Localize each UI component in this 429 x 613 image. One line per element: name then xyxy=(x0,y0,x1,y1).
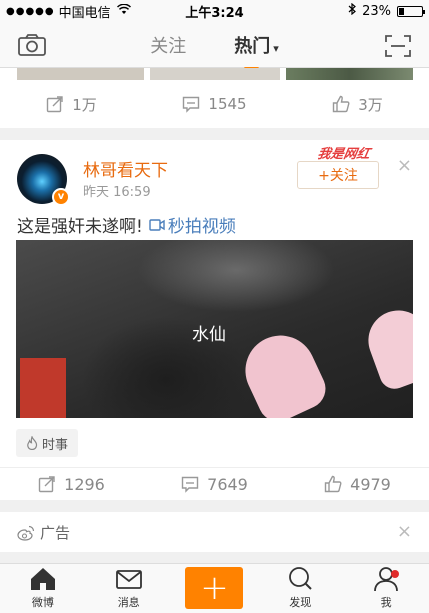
chevron-down-icon: ▾ xyxy=(273,42,279,55)
thumbs-up-icon xyxy=(333,95,350,113)
thumbnail-image[interactable] xyxy=(286,68,413,80)
comment-count: 7649 xyxy=(207,474,248,494)
tab-messages-label: 消息 xyxy=(117,596,140,609)
compose-plus-icon[interactable]: + xyxy=(185,567,244,609)
home-icon xyxy=(30,568,55,590)
post-card[interactable]: v 林哥看天下 昨天 16:59 我是网红 +关注 × 这是强奸未遂啊! 秒拍视… xyxy=(0,140,429,500)
mail-icon xyxy=(115,570,142,589)
tab-me-label: 我 xyxy=(380,596,392,609)
repost-count: 1万 xyxy=(72,95,97,114)
tab-me[interactable]: 我 xyxy=(343,564,429,613)
verified-badge-icon: v xyxy=(52,188,70,206)
bluetooth-icon xyxy=(348,2,357,19)
video-player[interactable]: 水仙 xyxy=(16,240,413,418)
bottom-tab-bar: 微博 消息 + 发现 我 xyxy=(0,563,429,613)
topic-label: 时事 xyxy=(42,437,69,453)
tab-hot[interactable]: 热门 ▾ xyxy=(234,32,279,70)
repost-count: 1296 xyxy=(64,474,105,494)
thumbnail-image[interactable] xyxy=(150,68,280,80)
scan-icon[interactable] xyxy=(385,35,411,57)
feed: 1万 1545 3万 v 林哥看天下 昨天 16:59 我是网红 +关注 × 这… xyxy=(0,68,429,552)
carrier-name: 中国电信 xyxy=(58,5,111,21)
top-nav: 关注 热门 ▾ xyxy=(0,22,429,70)
tab-home-label: 微博 xyxy=(31,596,54,609)
topic-tag[interactable]: 时事 xyxy=(16,429,79,457)
video-overlay-text: 水仙 xyxy=(192,325,226,345)
close-icon[interactable]: × xyxy=(397,521,412,542)
tab-discover-label: 发现 xyxy=(289,596,312,609)
previous-post-actions: 1万 1545 3万 xyxy=(0,80,429,128)
post-text: 这是强奸未遂啊! 秒拍视频 xyxy=(17,212,236,237)
feed-divider xyxy=(0,128,429,140)
video-link-label: 秒拍视频 xyxy=(167,217,236,237)
post-timestamp: 昨天 16:59 xyxy=(83,185,151,200)
watermark-logo: 我是网红 xyxy=(316,147,371,162)
repost-icon xyxy=(47,96,63,113)
close-icon[interactable]: × xyxy=(397,155,412,176)
ad-label: 广告 xyxy=(40,524,71,542)
video-frame-detail xyxy=(20,358,66,418)
comment-button[interactable]: 1545 xyxy=(143,80,286,128)
follow-button[interactable]: +关注 xyxy=(297,161,379,189)
comment-count: 1545 xyxy=(208,95,247,113)
repost-button[interactable]: 1296 xyxy=(0,468,143,500)
clock: 上午3:24 xyxy=(185,5,244,21)
status-bar: ●●●●● 中国电信 上午3:24 23% xyxy=(0,0,429,22)
like-button[interactable]: 3万 xyxy=(286,80,429,128)
signal-dots: ●●●●● xyxy=(6,5,55,17)
post-body: 这是强奸未遂啊! xyxy=(17,217,143,237)
feed-divider xyxy=(0,500,429,512)
tab-discover[interactable]: 发现 xyxy=(257,564,343,613)
wifi-icon xyxy=(116,3,131,18)
video-icon xyxy=(149,218,165,231)
ad-header: 广告 xyxy=(17,522,70,543)
notification-dot xyxy=(390,570,399,578)
previous-post-images xyxy=(0,68,429,80)
ad-card[interactable]: 广告 × xyxy=(0,512,429,552)
weibo-logo-icon xyxy=(17,525,35,541)
post-actions: 1296 7649 4979 xyxy=(0,467,429,500)
post-username[interactable]: 林哥看天下 xyxy=(83,156,168,181)
tab-compose[interactable]: + xyxy=(172,564,258,613)
avatar[interactable]: v xyxy=(17,154,70,206)
thumbnail-image[interactable] xyxy=(17,68,144,80)
tab-home[interactable]: 微博 xyxy=(0,564,86,613)
repost-icon xyxy=(38,476,55,493)
thumbs-up-icon xyxy=(324,475,342,493)
repost-button[interactable]: 1万 xyxy=(0,80,143,128)
search-icon xyxy=(289,567,312,590)
tab-follow[interactable]: 关注 xyxy=(150,32,186,58)
video-link[interactable]: 秒拍视频 xyxy=(149,212,236,237)
like-count: 3万 xyxy=(358,95,383,114)
previous-post: 1万 1545 3万 xyxy=(0,68,429,128)
like-count: 4979 xyxy=(350,474,391,494)
battery-percent: 23% xyxy=(362,3,391,19)
comment-icon xyxy=(181,476,199,493)
comment-icon xyxy=(183,96,200,113)
battery-icon xyxy=(397,5,425,17)
tab-messages[interactable]: 消息 xyxy=(86,564,172,613)
flame-icon xyxy=(27,436,38,450)
tab-hot-label: 热门 xyxy=(234,36,271,57)
comment-button[interactable]: 7649 xyxy=(143,468,286,500)
like-button[interactable]: 4979 xyxy=(286,468,429,500)
